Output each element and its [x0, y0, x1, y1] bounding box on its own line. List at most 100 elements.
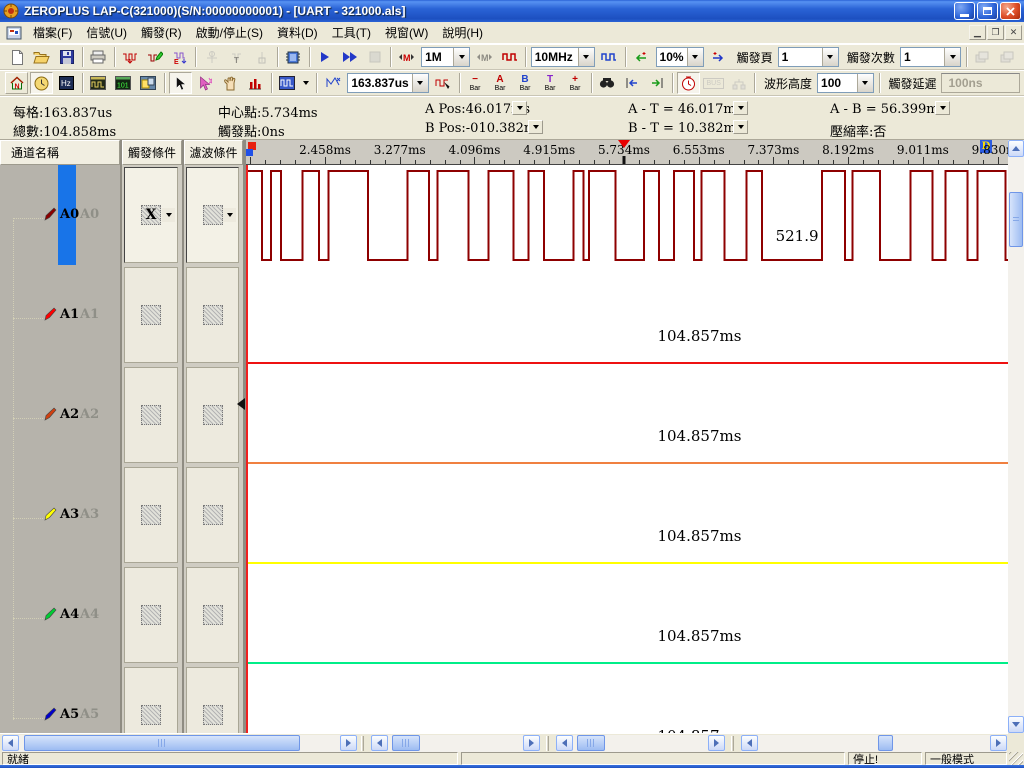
wave-height-combo[interactable]: 100 [817, 73, 874, 93]
pointer-tool-button[interactable] [169, 72, 192, 94]
a-pos-dropdown[interactable] [512, 101, 527, 115]
new-file-button[interactable] [5, 46, 28, 68]
run-single-button[interactable] [313, 46, 336, 68]
menu-item-3[interactable]: 啟動/停止(S) [189, 24, 270, 42]
waveform-hscrollbar[interactable] [741, 735, 1007, 752]
channel-name-a1[interactable]: A1 [60, 307, 79, 322]
channel-hscrollbar[interactable] [2, 735, 357, 752]
scroll-up-button[interactable] [1008, 140, 1024, 157]
listing-window-button[interactable]: 101 [112, 72, 135, 94]
mdi-restore-button[interactable]: ❐ [987, 25, 1004, 40]
menu-item-7[interactable]: 說明(H) [435, 24, 490, 42]
channel-scroll-thumb[interactable] [24, 735, 300, 751]
bar-plus-button[interactable]: +Bar [564, 72, 587, 94]
menu-item-5[interactable]: 工具(T) [325, 24, 378, 42]
filter-cell-a2[interactable] [186, 367, 239, 463]
channel-scroll-right-button[interactable] [340, 735, 357, 751]
sample-wave-button[interactable] [598, 46, 621, 68]
trigger-cell-a0[interactable]: X [124, 167, 178, 263]
filter-cell-a5[interactable] [186, 667, 239, 733]
statistics-button[interactable] [244, 72, 267, 94]
bar-b-button[interactable]: BBar [514, 72, 537, 94]
memory-depth-combo[interactable]: 1M [421, 47, 470, 67]
device-chip-button[interactable] [282, 46, 305, 68]
wave-height-combo-arrow[interactable] [857, 74, 873, 92]
trigger-count-combo-arrow[interactable] [944, 48, 960, 66]
trigger-count-combo[interactable]: 1 [900, 47, 961, 67]
sampling-setup-button[interactable] [118, 46, 141, 68]
sample-rate-combo[interactable]: 10MHz [531, 47, 595, 67]
memory-depth-combo-arrow[interactable] [453, 48, 469, 66]
bar-a-button[interactable]: ABar [489, 72, 512, 94]
trigger-scroll-thumb[interactable] [392, 735, 420, 751]
scrollbar-splitter[interactable] [546, 736, 549, 751]
trigger-scroll-left-button[interactable] [371, 735, 388, 751]
waveform-scroll-right-button[interactable] [990, 735, 1007, 751]
find-button[interactable] [595, 72, 618, 94]
time-div-combo[interactable]: 163.837us [347, 73, 428, 93]
trigger-cell-a2[interactable] [124, 367, 178, 463]
filter-scroll-left-button[interactable] [556, 735, 573, 751]
filter-cell-a1[interactable] [186, 267, 239, 363]
refresh-timer-button[interactable] [677, 72, 700, 94]
trigger-hscrollbar[interactable] [371, 735, 540, 752]
sampling-clock-button[interactable] [30, 72, 53, 94]
trigger-pre-button[interactable] [630, 46, 653, 68]
mdi-minimize-button[interactable]: ▁ [969, 25, 986, 40]
bar-minus-button[interactable]: −Bar [464, 72, 487, 94]
trigger-ratio-combo[interactable]: 10% [656, 47, 704, 67]
signal-edit-button[interactable] [143, 46, 166, 68]
trigger-cell-a4[interactable] [124, 567, 178, 663]
waveform-scroll-left-button[interactable] [741, 735, 758, 751]
menu-item-1[interactable]: 信號(U) [79, 24, 134, 42]
trigger-cell-a5[interactable] [124, 667, 178, 733]
b-pos-dropdown[interactable] [528, 120, 543, 134]
waveform-area[interactable]: 521.9104.857ms104.857ms104.857ms104.857m… [246, 165, 1008, 733]
hand-tool-button[interactable] [219, 72, 242, 94]
trigger-page-combo-arrow[interactable] [822, 48, 838, 66]
channel-name-a2[interactable]: A2 [60, 407, 79, 422]
sample-rate-combo-arrow[interactable] [578, 48, 594, 66]
open-file-button[interactable] [30, 46, 53, 68]
zoom-tool-button[interactable] [321, 72, 344, 94]
trigger-cell-a1[interactable] [124, 267, 178, 363]
select-tool-button[interactable] [194, 72, 217, 94]
wave-cursor-button[interactable] [432, 72, 455, 94]
a-t-dropdown[interactable] [733, 101, 748, 115]
vertical-scroll-thumb[interactable] [1009, 192, 1023, 247]
splitter-collapse-arrow[interactable] [237, 398, 245, 410]
channel-name-a4[interactable]: A4 [60, 607, 79, 622]
channel-name-a0[interactable]: A0 [60, 207, 79, 222]
minimize-button[interactable] [954, 2, 975, 20]
time-div-combo-arrow[interactable] [412, 74, 428, 92]
memory-page-button[interactable]: M [395, 46, 418, 68]
mixed-window-button[interactable] [137, 72, 160, 94]
channel-scroll-left-button[interactable] [2, 735, 19, 751]
trigger-page-combo[interactable]: 1 [778, 47, 839, 67]
vertical-scrollbar[interactable] [1008, 140, 1024, 733]
display-pattern-button[interactable] [275, 72, 298, 94]
scrollbar-splitter[interactable] [361, 736, 364, 751]
menu-item-0[interactable]: 檔案(F) [26, 24, 79, 42]
trigger-post-button[interactable] [707, 46, 730, 68]
trigger-scroll-right-button[interactable] [523, 735, 540, 751]
waveform-window-button[interactable] [87, 72, 110, 94]
b-t-dropdown[interactable] [733, 120, 748, 134]
filter-hscrollbar[interactable] [556, 735, 725, 752]
menu-item-2[interactable]: 觸發(R) [134, 24, 189, 42]
filter-cell-a0[interactable] [186, 167, 239, 263]
menu-item-6[interactable]: 視窗(W) [378, 24, 435, 42]
trigger-cell-a3[interactable] [124, 467, 178, 563]
scrollbar-splitter[interactable] [731, 736, 734, 751]
bus-export-button[interactable]: E [168, 46, 191, 68]
channel-name-a5[interactable]: A5 [60, 707, 79, 722]
close-button[interactable] [1000, 2, 1021, 20]
menu-item-4[interactable]: 資料(D) [270, 24, 325, 42]
filter-scroll-thumb[interactable] [577, 735, 605, 751]
mdi-close-button[interactable]: ✕ [1005, 25, 1022, 40]
filter-dropdown-a0[interactable] [223, 208, 236, 222]
goto-a-button[interactable] [620, 72, 643, 94]
sampling-pulse-button[interactable] [498, 46, 521, 68]
waveform-scroll-thumb[interactable] [878, 735, 893, 751]
time-ruler[interactable]: D 2.458ms3.277ms4.096ms4.915ms5.734ms6.5… [246, 140, 1008, 165]
